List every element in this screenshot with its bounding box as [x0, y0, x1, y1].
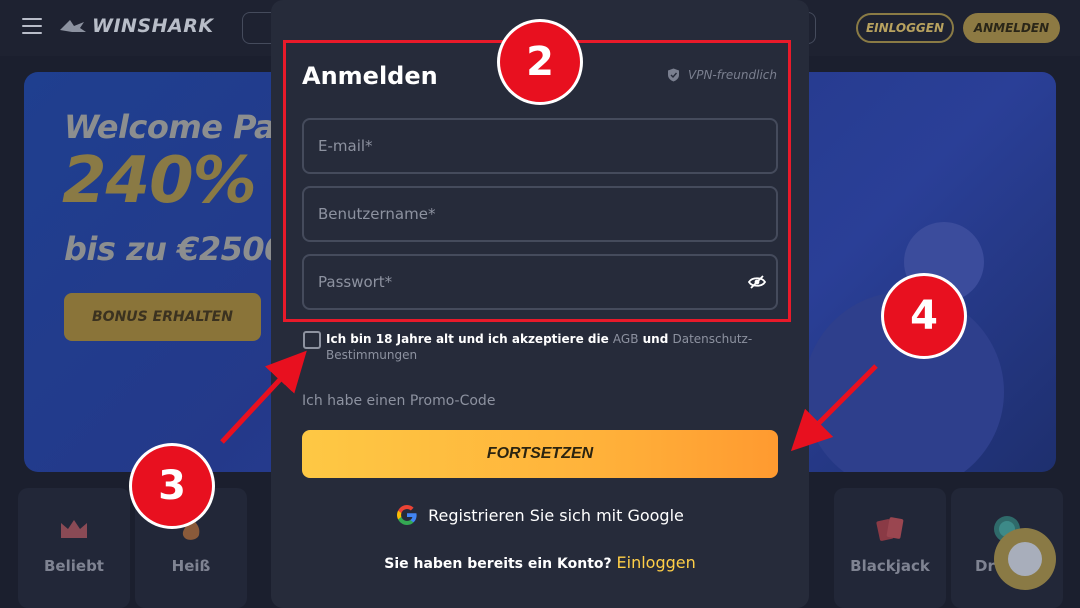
hamburger-menu-icon[interactable] [22, 18, 42, 34]
header-register-button[interactable]: ANMELDEN [963, 13, 1060, 43]
category-label: Blackjack [850, 557, 930, 575]
google-icon [397, 505, 417, 525]
banner-percent: 240% [62, 144, 257, 218]
brand-name: WINSHARK [92, 15, 214, 37]
chat-avatar-icon [1008, 542, 1042, 576]
terms-text-start: Ich bin 18 Jahre alt und ich akzeptiere … [326, 332, 613, 346]
category-label: Heiß [171, 557, 211, 575]
promo-code-toggle[interactable]: Ich habe einen Promo-Code [302, 393, 495, 409]
category-label: Beliebt [44, 557, 104, 575]
live-chat-button[interactable] [994, 528, 1056, 590]
agb-link[interactable]: AGB [613, 332, 639, 346]
shark-logo-icon [60, 20, 86, 32]
banner-subtitle: bis zu €2500 [64, 230, 286, 268]
google-label: Registrieren Sie sich mit Google [428, 505, 684, 525]
category-blackjack[interactable]: Blackjack [834, 488, 946, 608]
crown-icon [61, 520, 87, 538]
continue-button[interactable]: FORTSETZEN [302, 430, 778, 478]
step-badge-4: 4 [884, 276, 964, 356]
have-account-text: Sie haben bereits ein Konto? [384, 556, 617, 572]
terms-text: Ich bin 18 Jahre alt und ich akzeptiere … [326, 331, 766, 363]
step-badge-3: 3 [132, 446, 212, 526]
have-account-row: Sie haben bereits ein Konto? Einloggen [271, 553, 809, 572]
step-badge-2: 2 [500, 22, 580, 102]
cards-icon [876, 517, 904, 541]
header-login-button[interactable]: EINLOGGEN [856, 13, 954, 43]
terms-and: und [638, 332, 673, 346]
terms-checkbox[interactable] [303, 331, 321, 349]
google-register-button[interactable]: Registrieren Sie sich mit Google [271, 504, 809, 526]
login-link[interactable]: Einloggen [617, 553, 696, 572]
bonus-button[interactable]: BONUS ERHALTEN [64, 293, 261, 341]
logo[interactable]: WINSHARK [58, 12, 214, 40]
category-beliebt[interactable]: Beliebt [18, 488, 130, 608]
